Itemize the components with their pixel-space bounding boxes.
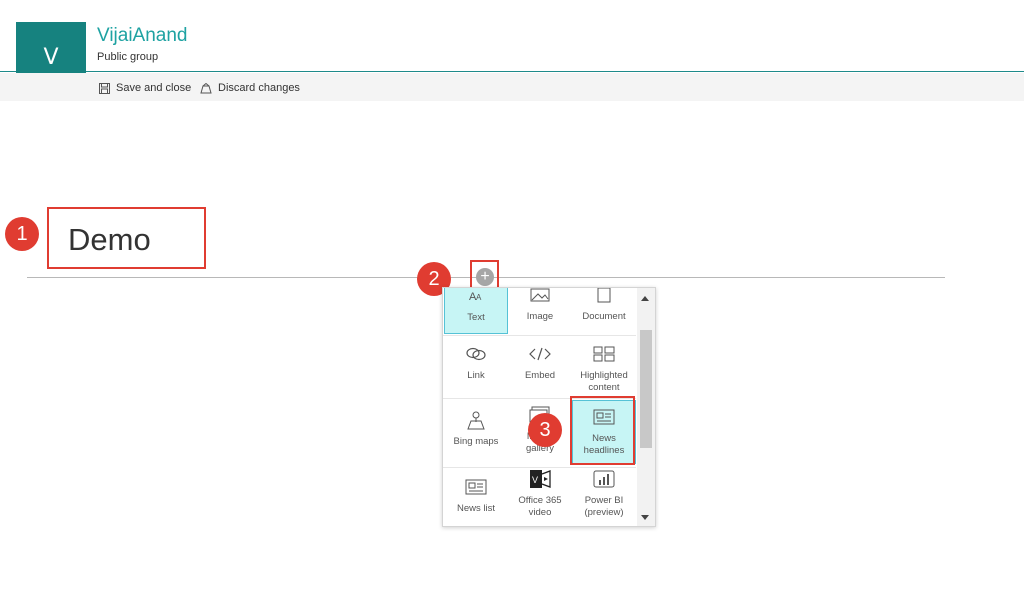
toolbox-item-label: News list	[456, 503, 495, 514]
toolbox-item-link[interactable]: Link	[444, 343, 508, 399]
toolbox-row-separator	[443, 335, 636, 336]
news-list-icon	[465, 476, 487, 498]
toolbox-item-label: Document	[582, 311, 626, 322]
news-headlines-highlight-box	[570, 396, 635, 465]
power-bi-icon	[593, 468, 615, 490]
toolbox-item-highlighted-content[interactable]: Highlighted content	[572, 343, 636, 399]
map-icon	[466, 409, 486, 431]
toolbox-item-label: Power BI (preview)	[584, 495, 624, 518]
step-badge-1: 1	[5, 217, 39, 251]
site-title[interactable]: VijaiAnand	[97, 25, 188, 47]
toolbox-item-image[interactable]: Image	[508, 288, 572, 334]
discard-icon	[200, 82, 212, 93]
toolbox-item-embed[interactable]: Embed	[508, 343, 572, 399]
toolbox-item-news-list[interactable]: News list	[444, 476, 508, 526]
link-icon	[465, 343, 487, 365]
site-subtitle: Public group	[97, 51, 159, 63]
toolbox-item-label: Office 365 video	[518, 495, 562, 518]
site-header: V VijaiAnand Public group	[0, 0, 1024, 92]
toolbox-item-label: Embed	[524, 370, 556, 381]
toolbox-item-document[interactable]: Document	[572, 288, 636, 334]
toolbox-item-label: Highlighted content	[580, 370, 628, 393]
embed-icon	[529, 343, 551, 365]
step-badge-3: 3	[528, 413, 562, 447]
toolbox-item-text[interactable]: AA Text	[444, 288, 508, 334]
toolbox-item-bing-maps[interactable]: Bing maps	[444, 409, 508, 467]
video-icon: V	[529, 468, 551, 490]
title-highlight-box	[47, 207, 206, 269]
image-icon	[530, 288, 550, 306]
document-icon	[597, 288, 611, 306]
svg-text:V: V	[532, 475, 538, 485]
command-bar: Save and close Discard changes	[0, 73, 1024, 101]
toolbox-item-label: Bing maps	[453, 436, 499, 447]
scroll-thumb[interactable]	[640, 330, 652, 448]
scroll-down-arrow-icon[interactable]	[641, 515, 649, 520]
save-and-close-label: Save and close	[116, 82, 192, 94]
save-and-close-button[interactable]: Save and close	[99, 80, 191, 96]
toolbox-item-office-365-video[interactable]: V Office 365 video	[508, 468, 572, 526]
discard-changes-button[interactable]: Discard changes	[200, 80, 300, 96]
scroll-up-arrow-icon[interactable]	[641, 296, 649, 301]
toolbox-item-label: Text	[467, 312, 485, 323]
page-root: V VijaiAnand Public group Save and close…	[0, 0, 1024, 608]
discard-changes-label: Discard changes	[218, 82, 300, 94]
highlighted-content-icon	[593, 343, 615, 365]
text-icon: AA	[468, 288, 484, 307]
svg-text:A: A	[476, 293, 482, 302]
save-icon	[99, 82, 110, 94]
toolbox-scrollbar[interactable]	[637, 288, 655, 526]
toolbox-item-power-bi[interactable]: Power BI (preview)	[572, 468, 636, 526]
toolbox-item-label: Link	[467, 370, 485, 381]
toolbox-item-label: Image	[526, 311, 554, 322]
